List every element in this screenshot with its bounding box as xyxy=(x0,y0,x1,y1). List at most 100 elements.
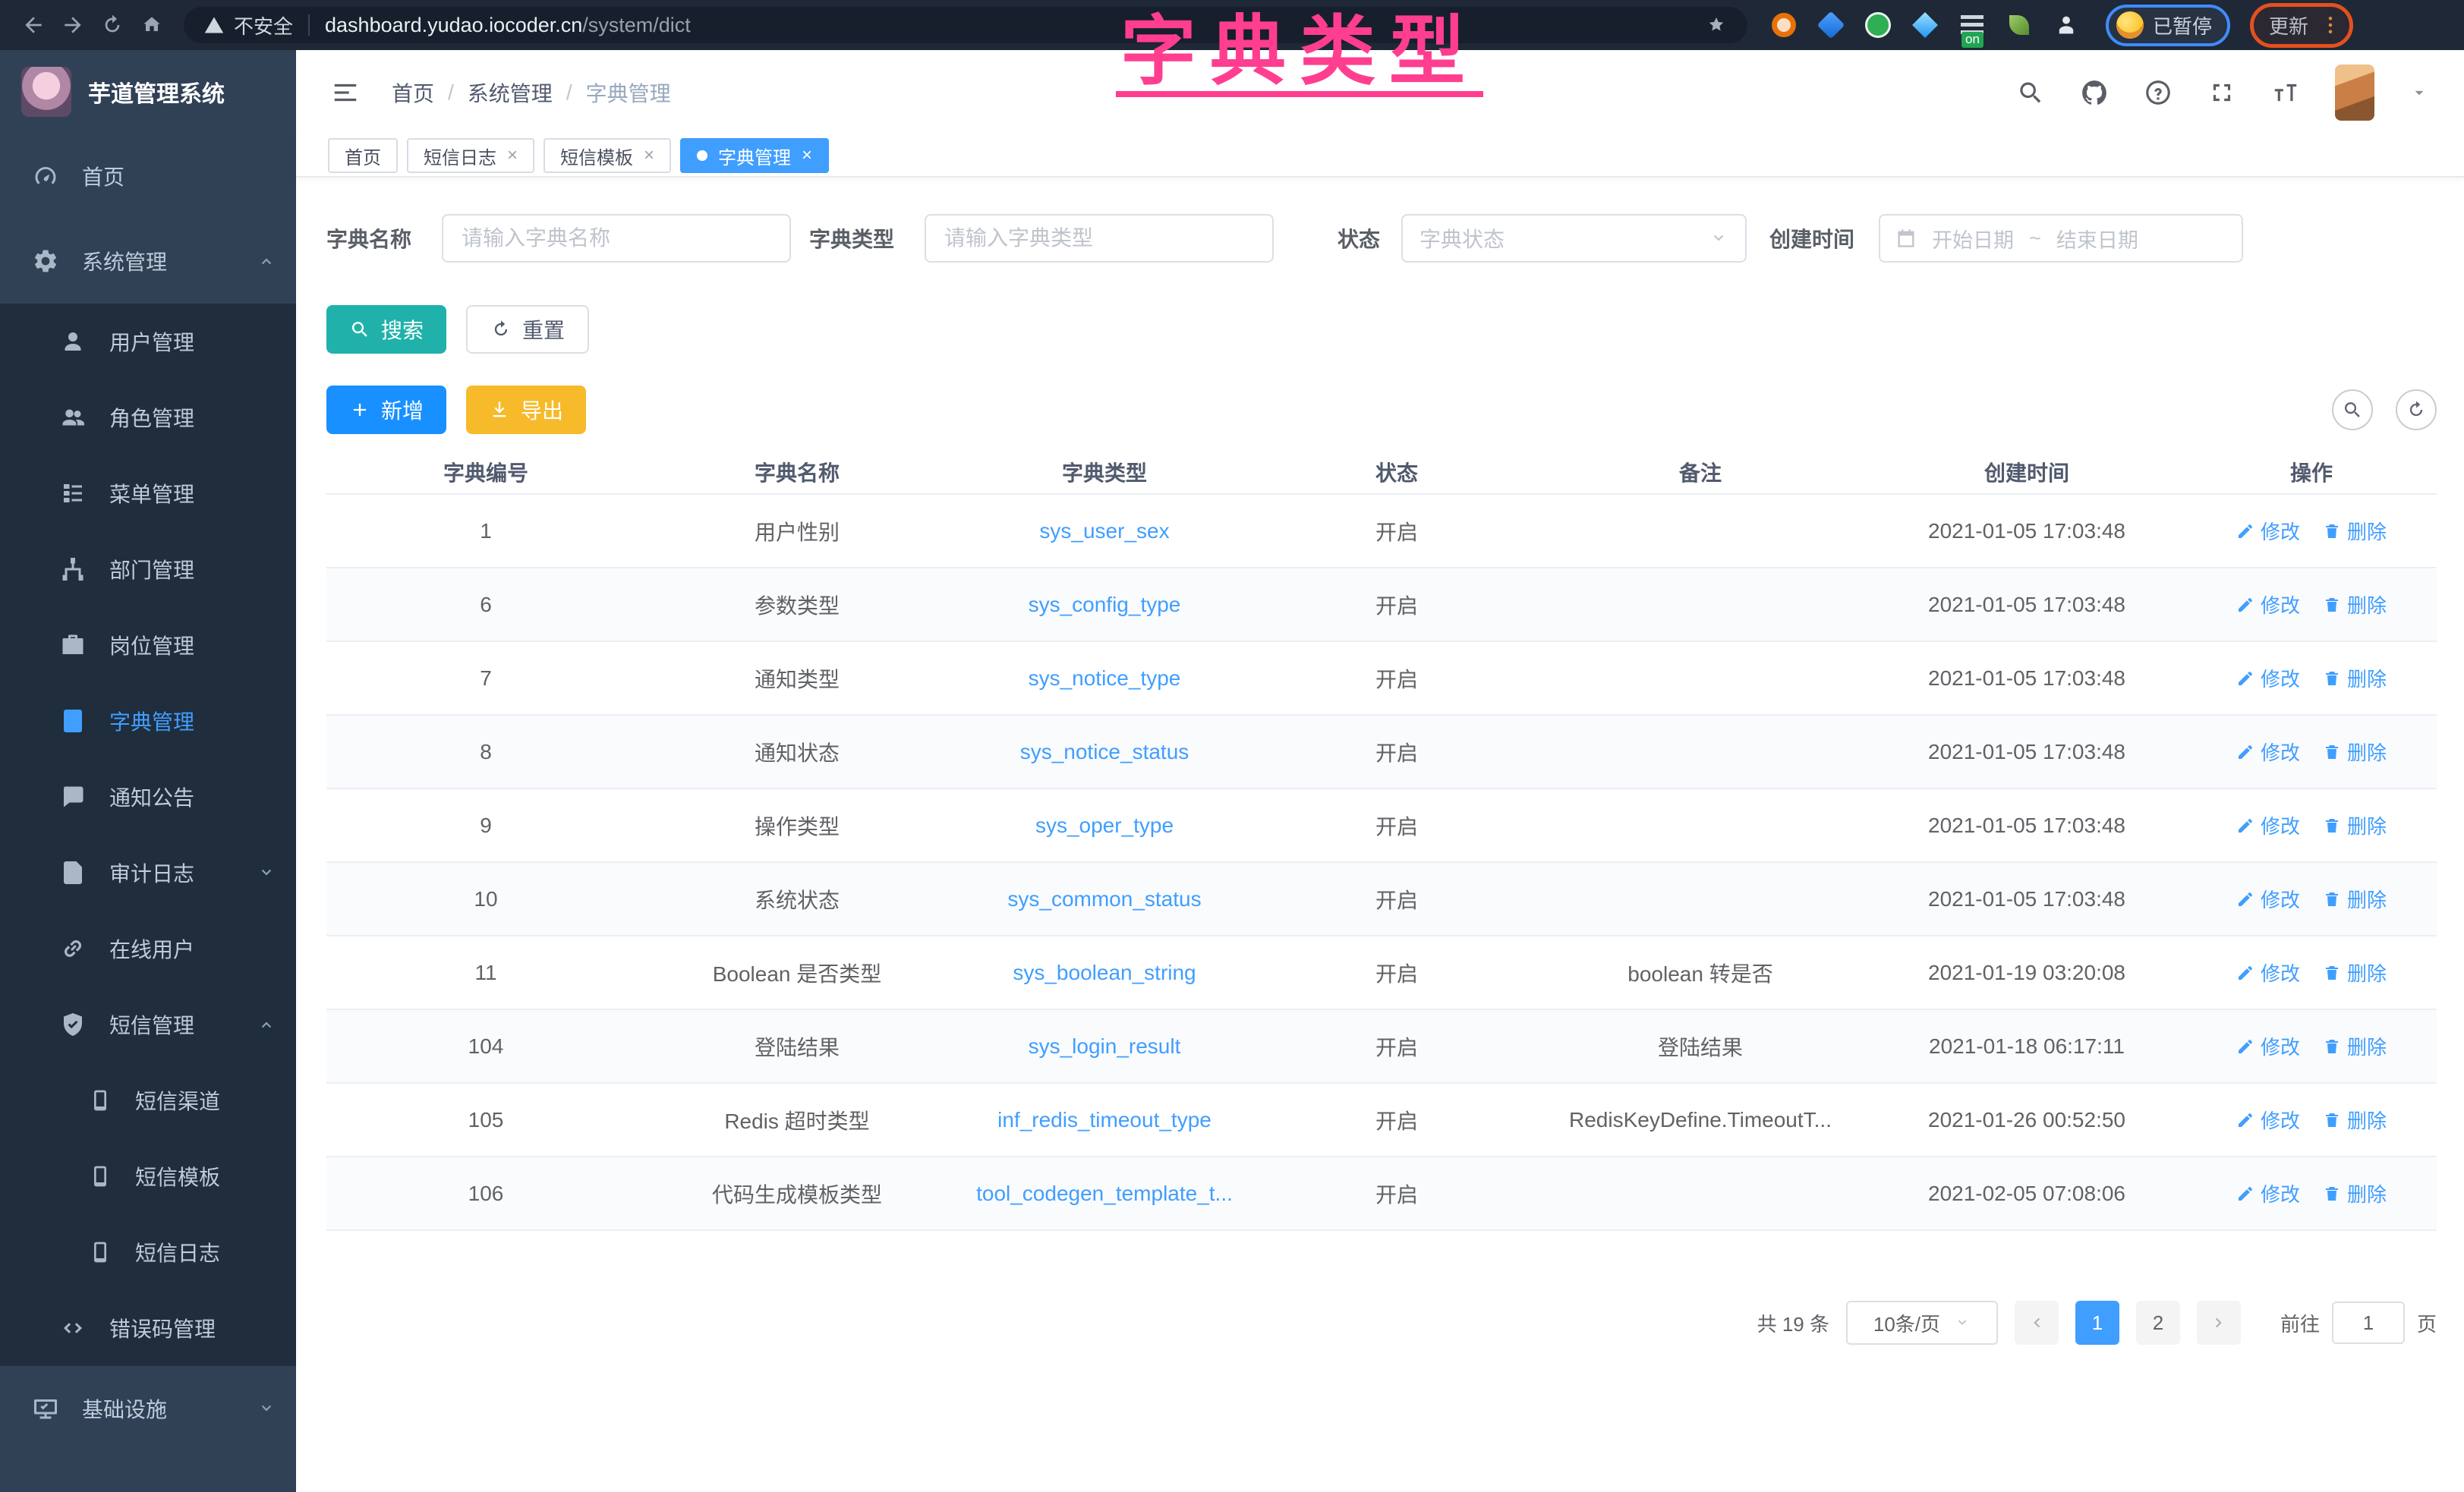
back-button[interactable] xyxy=(14,5,53,45)
fullscreen-icon[interactable] xyxy=(2207,78,2236,107)
dict-type-link[interactable]: inf_redis_timeout_type xyxy=(997,1108,1212,1132)
breadcrumb-home[interactable]: 首页 xyxy=(392,77,434,108)
sidebar-item-departments[interactable]: 部门管理 xyxy=(0,531,296,607)
refresh-table-button[interactable] xyxy=(2396,389,2437,430)
close-icon[interactable]: × xyxy=(644,146,654,165)
dict-type-link[interactable]: sys_user_sex xyxy=(1039,519,1169,543)
delete-button[interactable]: 删除 xyxy=(2323,958,2387,987)
help-icon[interactable] xyxy=(2144,78,2173,107)
edit-button[interactable]: 修改 xyxy=(2236,1032,2300,1060)
dict-type-link[interactable]: sys_boolean_string xyxy=(1013,961,1196,984)
reset-button[interactable]: 重置 xyxy=(466,305,589,354)
sidebar: 芋道管理系统 首页 系统管理 用户管理 角色管理 xyxy=(0,50,296,1492)
dict-type-label: 字典类型 xyxy=(809,223,894,253)
forward-button[interactable] xyxy=(53,5,93,45)
browser-update-button[interactable]: 更新 xyxy=(2250,3,2353,48)
close-icon[interactable]: × xyxy=(802,146,812,165)
goto-page-input[interactable] xyxy=(2332,1302,2405,1344)
user-avatar[interactable] xyxy=(2335,65,2374,121)
dict-type-input[interactable] xyxy=(925,214,1274,263)
dict-type-link[interactable]: sys_config_type xyxy=(1029,593,1181,616)
edit-button[interactable]: 修改 xyxy=(2236,958,2300,987)
extension-target-icon[interactable] xyxy=(1770,11,1798,39)
dict-type-link[interactable]: sys_login_result xyxy=(1029,1034,1181,1058)
date-range-picker[interactable]: 开始日期 ~ 结束日期 xyxy=(1879,214,2243,263)
page-button-2[interactable]: 2 xyxy=(2136,1301,2180,1345)
dict-type-link[interactable]: sys_notice_type xyxy=(1029,666,1181,690)
next-page-button[interactable] xyxy=(2197,1301,2241,1345)
edit-button[interactable]: 修改 xyxy=(2236,590,2300,619)
tab-home[interactable]: 首页 xyxy=(328,138,398,173)
sidebar-item-sms-log[interactable]: 短信日志 xyxy=(0,1214,296,1290)
sidebar-collapse-icon[interactable] xyxy=(331,78,360,107)
extension-gem-icon[interactable] xyxy=(1911,11,1939,39)
page-button-1[interactable]: 1 xyxy=(2075,1301,2119,1345)
caret-down-icon[interactable] xyxy=(2409,83,2429,102)
delete-button[interactable]: 删除 xyxy=(2323,664,2387,692)
dict-type-link[interactable]: tool_codegen_template_t... xyxy=(976,1182,1233,1205)
search-icon[interactable] xyxy=(2016,78,2045,107)
edit-button[interactable]: 修改 xyxy=(2236,1179,2300,1207)
edit-button[interactable]: 修改 xyxy=(2236,811,2300,839)
sidebar-item-menus[interactable]: 菜单管理 xyxy=(0,455,296,531)
home-button[interactable] xyxy=(132,5,172,45)
extension-paused-badge[interactable]: 已暂停 xyxy=(2106,5,2230,46)
tab-sms-log[interactable]: 短信日志 × xyxy=(407,138,534,173)
edit-button[interactable]: 修改 xyxy=(2236,664,2300,692)
dict-type-link[interactable]: sys_oper_type xyxy=(1035,814,1174,837)
edit-button[interactable]: 修改 xyxy=(2236,885,2300,913)
sidebar-item-sms-channel[interactable]: 短信渠道 xyxy=(0,1062,296,1138)
extension-leaf-icon[interactable] xyxy=(2006,11,2033,39)
dict-type-link[interactable]: sys_notice_status xyxy=(1020,740,1189,763)
sidebar-item-sms[interactable]: 短信管理 xyxy=(0,987,296,1062)
sidebar-item-home[interactable]: 首页 xyxy=(0,134,296,219)
add-button[interactable]: 新增 xyxy=(326,386,446,434)
extension-person-icon[interactable] xyxy=(2053,11,2080,39)
browser-menu-icon[interactable] xyxy=(2319,14,2342,36)
breadcrumb-system[interactable]: 系统管理 xyxy=(468,77,553,108)
search-button[interactable]: 搜索 xyxy=(326,305,446,354)
edit-button[interactable]: 修改 xyxy=(2236,517,2300,545)
sidebar-item-roles[interactable]: 角色管理 xyxy=(0,379,296,455)
status-select[interactable]: 字典状态 xyxy=(1401,214,1747,263)
delete-button[interactable]: 删除 xyxy=(2323,811,2387,839)
delete-button[interactable]: 删除 xyxy=(2323,1032,2387,1060)
tab-sms-template[interactable]: 短信模板 × xyxy=(544,138,671,173)
page-size-select[interactable]: 10条/页 xyxy=(1846,1301,1998,1345)
tab-dictionary[interactable]: 字典管理 × xyxy=(680,138,829,173)
address-bar[interactable]: 不安全 dashboard.yudao.iocoder.cn/system/di… xyxy=(184,7,1747,43)
sidebar-item-system[interactable]: 系统管理 xyxy=(0,219,296,304)
delete-button[interactable]: 删除 xyxy=(2323,1106,2387,1134)
prev-page-button[interactable] xyxy=(2015,1301,2059,1345)
delete-button[interactable]: 删除 xyxy=(2323,885,2387,913)
delete-button[interactable]: 删除 xyxy=(2323,590,2387,619)
delete-button[interactable]: 删除 xyxy=(2323,517,2387,545)
close-icon[interactable]: × xyxy=(507,146,518,165)
dict-type-link[interactable]: sys_common_status xyxy=(1007,887,1201,911)
sidebar-item-infrastructure[interactable]: 基础设施 xyxy=(0,1366,296,1451)
bookmark-star-icon[interactable] xyxy=(1705,14,1728,36)
extension-green-circle-icon[interactable] xyxy=(1864,11,1892,39)
toggle-search-button[interactable] xyxy=(2332,389,2373,430)
sidebar-item-posts[interactable]: 岗位管理 xyxy=(0,607,296,683)
not-secure-label[interactable]: 不安全 xyxy=(234,11,293,39)
sidebar-item-audit-log[interactable]: 审计日志 xyxy=(0,835,296,911)
status-label: 状态 xyxy=(1338,223,1380,253)
sidebar-item-error-codes[interactable]: 错误码管理 xyxy=(0,1290,296,1366)
font-size-icon[interactable] xyxy=(2271,78,2300,107)
github-icon[interactable] xyxy=(2080,78,2109,107)
export-button[interactable]: 导出 xyxy=(466,386,586,434)
reload-button[interactable] xyxy=(93,5,132,45)
extension-kite-icon[interactable] xyxy=(1817,11,1845,39)
sidebar-item-sms-template[interactable]: 短信模板 xyxy=(0,1138,296,1214)
edit-button[interactable]: 修改 xyxy=(2236,1106,2300,1134)
sidebar-item-online-users[interactable]: 在线用户 xyxy=(0,911,296,987)
extension-list-icon[interactable]: on xyxy=(1958,11,1986,39)
edit-button[interactable]: 修改 xyxy=(2236,738,2300,766)
sidebar-item-users[interactable]: 用户管理 xyxy=(0,304,296,379)
delete-button[interactable]: 删除 xyxy=(2323,738,2387,766)
dict-name-input[interactable] xyxy=(442,214,791,263)
sidebar-item-dictionary[interactable]: 字典管理 xyxy=(0,683,296,759)
sidebar-item-notices[interactable]: 通知公告 xyxy=(0,759,296,835)
delete-button[interactable]: 删除 xyxy=(2323,1179,2387,1207)
